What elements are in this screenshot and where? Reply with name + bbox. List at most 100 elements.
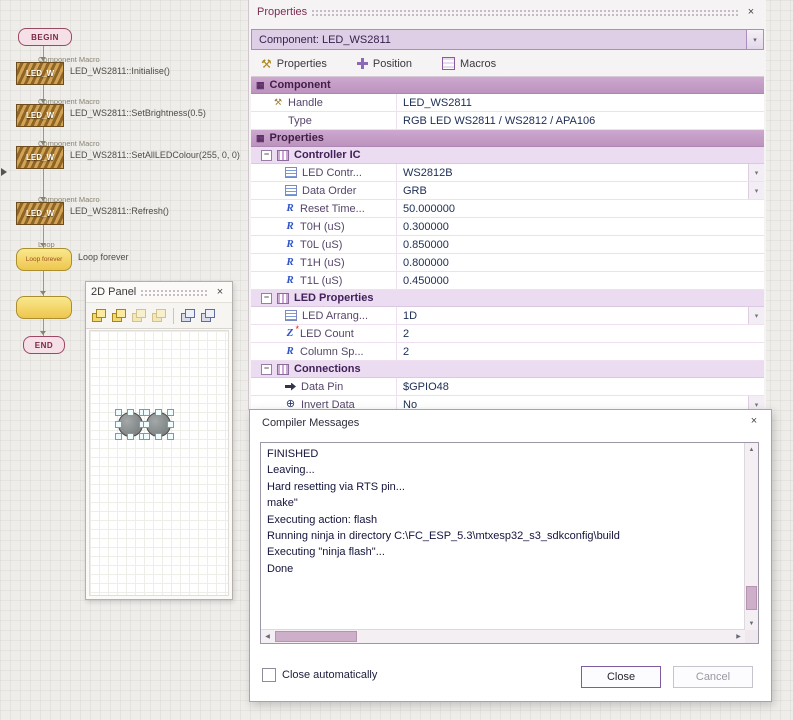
- selection-handle[interactable]: [155, 433, 162, 440]
- loop-end-shape[interactable]: [16, 296, 72, 319]
- property-row-column-spacing[interactable]: Column Sp... 2: [251, 343, 764, 361]
- close-automatically-checkbox[interactable]: [262, 668, 276, 682]
- property-row-t1l[interactable]: T1L (uS) 0.450000: [251, 272, 764, 290]
- property-row-led-controller[interactable]: LED Contr... WS2812B: [251, 164, 764, 182]
- wrench-icon: [261, 58, 272, 70]
- vertical-scrollbar[interactable]: [744, 443, 758, 630]
- property-row-reset-time[interactable]: Reset Time... 50.000000: [251, 200, 764, 218]
- selection-handle[interactable]: [167, 433, 174, 440]
- component-macro-shape[interactable]: LED_W: [16, 62, 64, 85]
- properties-tabs: Properties Position Macros: [261, 52, 496, 75]
- section-component[interactable]: Component: [251, 77, 764, 94]
- drag-handle[interactable]: [311, 9, 740, 16]
- 2d-panel-canvas[interactable]: [89, 330, 229, 596]
- bring-front-icon[interactable]: [131, 309, 147, 323]
- list-icon: [285, 185, 297, 196]
- step-caption: LED_WS2811::Initialise(): [70, 66, 170, 76]
- chevron-down-icon[interactable]: [748, 182, 764, 199]
- dialog-title: Compiler Messages: [262, 417, 359, 429]
- number-icon: [285, 346, 295, 357]
- list-icon: [285, 310, 297, 321]
- horizontal-scroll-thumb[interactable]: [275, 631, 357, 642]
- begin-shape[interactable]: BEGIN: [18, 28, 72, 46]
- tab-macros[interactable]: Macros: [442, 57, 496, 70]
- close-icon[interactable]: [747, 415, 761, 427]
- collapse-icon[interactable]: [261, 293, 272, 304]
- component-macro-shape[interactable]: LED_W: [16, 202, 64, 225]
- scroll-down-icon[interactable]: [745, 617, 758, 630]
- close-icon[interactable]: [744, 6, 758, 18]
- drag-handle[interactable]: [140, 289, 209, 296]
- console-line: Running ninja in directory C:\FC_ESP_5.3…: [267, 528, 739, 544]
- tab-position[interactable]: Position: [357, 58, 412, 70]
- subsection-controller-ic[interactable]: Controller IC: [251, 147, 764, 164]
- horizontal-scrollbar[interactable]: [261, 629, 745, 643]
- collapse-icon[interactable]: [261, 364, 272, 375]
- close-button[interactable]: Close: [581, 666, 661, 688]
- property-row-t1h[interactable]: T1H (uS) 0.800000: [251, 254, 764, 272]
- console-line: FINISHED: [267, 446, 739, 462]
- grid-icon: [256, 81, 265, 90]
- component-selector[interactable]: Component: LED_WS2811: [251, 29, 764, 50]
- console-line: [267, 610, 739, 626]
- subsection-connections[interactable]: Connections: [251, 361, 764, 378]
- vertical-scroll-thumb[interactable]: [746, 586, 757, 610]
- chevron-down-icon[interactable]: [746, 30, 763, 49]
- selection-handle[interactable]: [143, 409, 150, 416]
- console-line: [267, 594, 739, 610]
- chevron-down-icon[interactable]: [748, 307, 764, 324]
- collapse-icon[interactable]: [261, 150, 272, 161]
- subsection-led-properties[interactable]: LED Properties: [251, 290, 764, 307]
- property-row-type[interactable]: Type RGB LED WS2811 / WS2812 / APA106: [251, 112, 764, 130]
- properties-panel: Properties Component: LED_WS2811 Propert…: [248, 0, 766, 410]
- property-row-handle[interactable]: Handle LED_WS2811: [251, 94, 764, 112]
- selection-handle[interactable]: [143, 433, 150, 440]
- selection-handle[interactable]: [115, 433, 122, 440]
- compiler-output-console[interactable]: FINISHED Leaving... Hard resetting via R…: [260, 442, 759, 644]
- import-object-icon[interactable]: [180, 309, 196, 323]
- selection-handle[interactable]: [155, 409, 162, 416]
- 2d-panel-titlebar[interactable]: 2D Panel: [86, 282, 232, 302]
- property-row-data-order[interactable]: Data Order GRB: [251, 182, 764, 200]
- selection-handle[interactable]: [115, 421, 122, 428]
- component-macro-shape[interactable]: LED_W: [16, 104, 64, 127]
- cancel-button[interactable]: Cancel: [673, 666, 753, 688]
- send-back-icon[interactable]: [151, 309, 167, 323]
- property-row-led-count[interactable]: LED Count 2: [251, 325, 764, 343]
- selection-handle[interactable]: [115, 409, 122, 416]
- selection-handle[interactable]: [143, 421, 150, 428]
- table-icon: [277, 150, 289, 161]
- selection-handle[interactable]: [167, 409, 174, 416]
- connector-arrow: [40, 291, 46, 295]
- clone-object-icon[interactable]: [111, 309, 127, 323]
- scroll-left-icon[interactable]: [261, 630, 274, 643]
- property-grid: Component Handle LED_WS2811 Type RGB LED…: [251, 76, 764, 410]
- scrollbar-corner: [745, 630, 758, 643]
- selection-handle[interactable]: [167, 421, 174, 428]
- chevron-down-icon[interactable]: [748, 164, 764, 181]
- connector-arrow: [40, 331, 46, 335]
- scroll-up-icon[interactable]: [745, 443, 758, 456]
- property-row-t0l[interactable]: T0L (uS) 0.850000: [251, 236, 764, 254]
- list-icon: [285, 167, 297, 178]
- selection-handle[interactable]: [127, 433, 134, 440]
- copy-object-icon[interactable]: [91, 309, 107, 323]
- property-row-t0h[interactable]: T0H (uS) 0.300000: [251, 218, 764, 236]
- end-shape[interactable]: END: [23, 336, 65, 354]
- close-automatically-option: Close automatically: [262, 668, 377, 682]
- properties-titlebar[interactable]: Properties: [249, 0, 766, 24]
- loop-start-shape[interactable]: Loop forever: [16, 248, 72, 271]
- property-row-data-pin[interactable]: Data Pin $GPIO48: [251, 378, 764, 396]
- compiler-messages-dialog: Compiler Messages FINISHED Leaving... Ha…: [249, 409, 772, 702]
- component-macro-shape[interactable]: LED_W: [16, 146, 64, 169]
- close-icon[interactable]: [213, 286, 227, 298]
- section-properties[interactable]: Properties: [251, 130, 764, 147]
- scroll-right-icon[interactable]: [732, 630, 745, 643]
- number-icon: [285, 275, 295, 286]
- selection-handle[interactable]: [127, 409, 134, 416]
- tab-properties[interactable]: Properties: [261, 58, 327, 70]
- step-caption: LED_WS2811::SetAllLEDColour(255, 0, 0): [70, 150, 240, 160]
- component-selector-value: Component: LED_WS2811: [252, 30, 746, 49]
- export-object-icon[interactable]: [200, 309, 216, 323]
- property-row-led-arrangement[interactable]: LED Arrang... 1D: [251, 307, 764, 325]
